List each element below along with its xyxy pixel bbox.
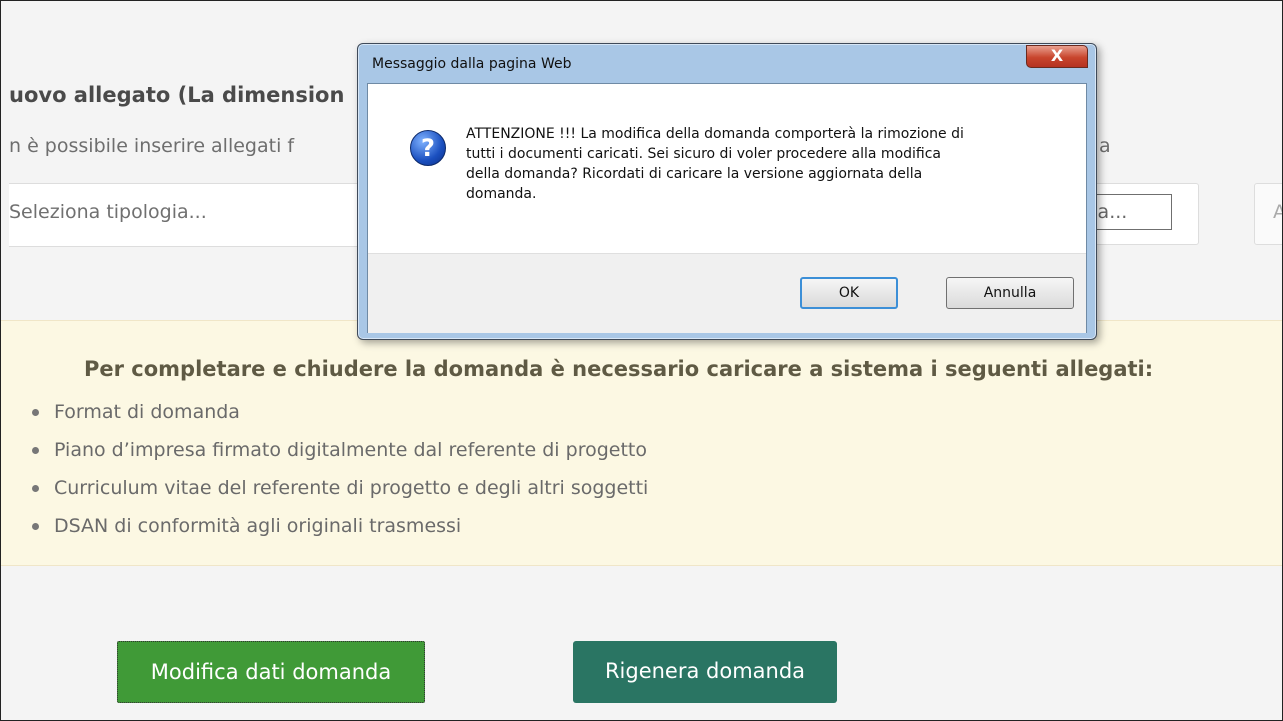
dialog-message-line: domanda. xyxy=(466,186,537,202)
modify-application-button[interactable]: Modifica dati domanda xyxy=(117,641,425,703)
regenerate-application-button[interactable]: Rigenera domanda xyxy=(573,641,837,703)
page-frame: uovo allegato (La dimension n è possibil… xyxy=(0,0,1283,721)
dialog-title: Messaggio dalla pagina Web xyxy=(372,56,572,72)
list-item: Piano d’impresa firmato digitalmente dal… xyxy=(32,431,648,469)
cancel-button[interactable]: Annulla xyxy=(946,277,1074,309)
attachment-type-select[interactable]: Seleziona tipologia... xyxy=(9,183,390,247)
confirm-dialog: Messaggio dalla pagina Web X ? ATTENZION… xyxy=(357,43,1097,340)
attachment-section-title: uovo allegato (La dimension xyxy=(9,83,345,107)
add-attachment-label: A xyxy=(1273,201,1282,223)
bullet-icon xyxy=(32,523,39,530)
attachment-section-note-tail: a xyxy=(1099,135,1111,157)
list-item-label: Format di domanda xyxy=(54,401,240,423)
close-icon: X xyxy=(1050,46,1064,65)
add-attachment-button[interactable]: A xyxy=(1254,183,1282,245)
list-item: Curriculum vitae del referente di proget… xyxy=(32,469,648,507)
list-item: Format di domanda xyxy=(32,393,648,431)
list-item-label: Curriculum vitae del referente di proget… xyxy=(54,477,649,499)
close-button[interactable]: X xyxy=(1026,45,1088,68)
dialog-message-line: tutti i documenti caricati. Sei sicuro d… xyxy=(466,146,942,162)
bullet-icon xyxy=(32,409,39,416)
dialog-message-line: ATTENZIONE !!! La modifica della domanda… xyxy=(466,126,964,142)
attachment-type-placeholder: Seleziona tipologia... xyxy=(9,201,207,223)
dialog-message-line: della domanda? Ricordati di caricare la … xyxy=(466,166,923,182)
dialog-message: ATTENZIONE !!! La modifica della domanda… xyxy=(466,124,1026,204)
required-attachments-list: Format di domanda Piano d’impresa firmat… xyxy=(32,393,648,545)
question-icon: ? xyxy=(410,130,446,166)
bullet-icon xyxy=(32,447,39,454)
ok-button[interactable]: OK xyxy=(800,277,898,309)
bullet-icon xyxy=(32,485,39,492)
list-item-label: DSAN di conformità agli originali trasme… xyxy=(54,515,462,537)
list-item: DSAN di conformità agli originali trasme… xyxy=(32,507,648,545)
required-attachments-alert: Per completare e chiudere la domanda è n… xyxy=(1,320,1282,566)
dialog-body: ? ATTENZIONE !!! La modifica della doman… xyxy=(367,83,1087,333)
list-item-label: Piano d’impresa firmato digitalmente dal… xyxy=(54,439,647,461)
attachment-section-note: n è possibile inserire allegati f xyxy=(9,135,295,157)
alert-title: Per completare e chiudere la domanda è n… xyxy=(84,357,1154,381)
